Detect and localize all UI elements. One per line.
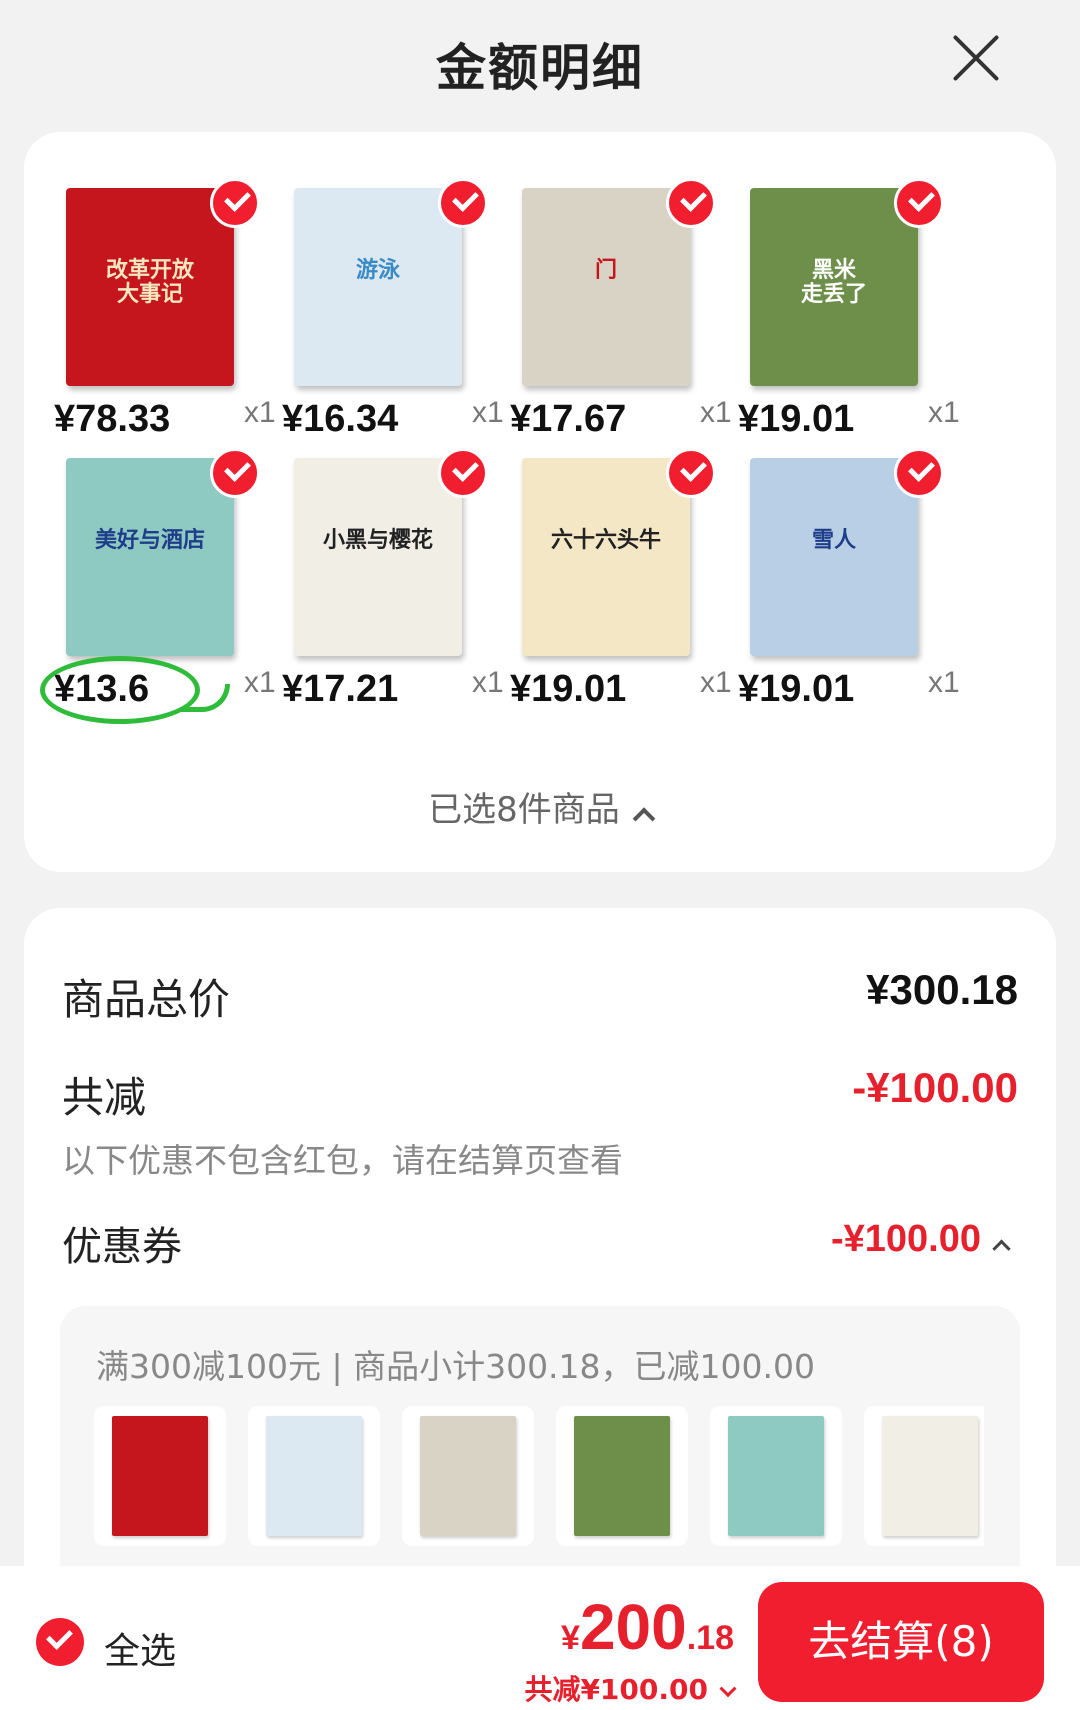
product-item[interactable]: 小黑与樱花 ¥17.21 x1: [258, 440, 508, 720]
sheet-header: 金额明细: [0, 0, 1080, 125]
product-quantity: x1: [928, 396, 960, 429]
currency-symbol: ¥: [561, 1619, 580, 1657]
thumbnail-book-cover: [882, 1416, 978, 1536]
coupon-product-thumbnail: [248, 1406, 380, 1546]
selected-count-label: 已选8件商品: [428, 790, 620, 830]
product-price: ¥17.21: [282, 668, 399, 710]
checkout-button[interactable]: 去结算(8): [758, 1582, 1044, 1702]
product-item[interactable]: 黑米 走丢了 ¥19.01 x1: [714, 170, 964, 450]
checkmark-icon[interactable]: [666, 178, 716, 228]
coupon-product-thumbnails: [94, 1406, 984, 1546]
book-cover-image: 小黑与樱花: [294, 458, 462, 656]
order-total: ¥200.18 共减¥100.00: [524, 1590, 737, 1708]
product-price: ¥19.01: [738, 668, 855, 710]
product-price: ¥19.01: [510, 668, 627, 710]
thumbnail-book-cover: [420, 1416, 516, 1536]
coupon-description: 满300减100元 | 商品小计300.18，已减100.00: [96, 1347, 816, 1386]
coupon-label: 优惠券: [62, 1224, 182, 1270]
select-all-label[interactable]: 全选: [104, 1622, 176, 1674]
checkmark-icon[interactable]: [210, 448, 260, 498]
book-cover-image: 黑米 走丢了: [750, 188, 918, 386]
book-cover-title: 游泳: [355, 257, 400, 283]
product-item[interactable]: 门 ¥17.67 x1: [486, 170, 736, 450]
total-price-label: 商品总价: [62, 975, 231, 1024]
total-amount: ¥200.18: [524, 1590, 734, 1664]
coupon-product-thumbnail: [94, 1406, 226, 1546]
selected-products-card: 改革开放 大事记 ¥78.33 x1 游泳 ¥16.34 x1 门 ¥17.67 x1 黑米 走丢…: [24, 132, 1056, 872]
coupon-product-thumbnail: [556, 1406, 688, 1546]
book-cover-image: 游泳: [294, 188, 462, 386]
discount-label: 共减: [62, 1073, 147, 1122]
product-item[interactable]: 雪人 ¥19.01 x1: [714, 440, 964, 720]
select-all-checkbox[interactable]: [36, 1618, 84, 1666]
book-cover-title: 美好与酒店: [94, 527, 205, 553]
product-item[interactable]: 美好与酒店 ¥13.6 x1: [30, 440, 280, 724]
checkmark-icon[interactable]: [894, 178, 944, 228]
product-item[interactable]: 游泳 ¥16.34 x1: [258, 170, 508, 450]
total-price-value: ¥300.18: [866, 966, 1018, 1013]
selected-count-toggle[interactable]: 已选8件商品: [24, 782, 1056, 831]
coupon-product-thumbnail: [710, 1406, 842, 1546]
thumbnail-book-cover: [574, 1416, 670, 1536]
product-quantity: x1: [928, 666, 960, 699]
discount-value: -¥100.00: [852, 1064, 1018, 1111]
total-integer: 200: [579, 1591, 687, 1663]
chevron-up-icon: [992, 1239, 1011, 1258]
book-cover-title: 改革开放 大事记: [105, 257, 194, 308]
book-cover-image: 改革开放 大事记: [66, 188, 234, 386]
product-item[interactable]: 六十六头牛 ¥19.01 x1: [486, 440, 736, 720]
book-cover-title: 门: [594, 257, 617, 283]
product-price: ¥78.33: [54, 398, 171, 440]
total-discount: 共减¥100.00: [524, 1673, 708, 1706]
checkmark-icon[interactable]: [894, 448, 944, 498]
book-cover-title: 六十六头牛: [550, 527, 661, 553]
coupon-product-thumbnail: [402, 1406, 534, 1546]
product-item[interactable]: 改革开放 大事记 ¥78.33 x1: [30, 170, 280, 450]
checkmark-icon[interactable]: [438, 178, 488, 228]
thumbnail-book-cover: [112, 1416, 208, 1536]
chevron-down-icon: [719, 1680, 737, 1698]
book-cover-title: 雪人: [811, 527, 856, 553]
thumbnail-book-cover: [728, 1416, 824, 1536]
coupon-product-thumbnail: [864, 1406, 984, 1546]
book-cover-image: 雪人: [750, 458, 918, 656]
coupon-value: -¥100.00: [830, 1218, 981, 1260]
product-price: ¥19.01: [738, 398, 855, 440]
annotation-circle: [40, 656, 200, 724]
product-price: ¥17.67: [510, 398, 627, 440]
annotation-circle-tail: [180, 684, 230, 712]
book-cover-image: 美好与酒店: [66, 458, 234, 656]
chevron-up-icon: [632, 807, 656, 830]
sheet-title: 金额明细: [436, 39, 644, 97]
book-cover-title: 小黑与樱花: [322, 527, 433, 553]
checkmark-icon[interactable]: [666, 448, 716, 498]
checkmark-icon[interactable]: [210, 178, 260, 228]
close-icon[interactable]: [948, 30, 1004, 86]
coupon-toggle[interactable]: -¥100.00: [830, 1218, 1011, 1261]
checkmark-icon[interactable]: [438, 448, 488, 498]
bottom-checkout-bar: 全选 ¥200.18 共减¥100.00 去结算(8): [0, 1566, 1080, 1710]
book-cover-image: 六十六头牛: [522, 458, 690, 656]
product-price: ¥16.34: [282, 398, 399, 440]
total-decimal: .18: [686, 1619, 734, 1657]
total-discount-toggle[interactable]: 共减¥100.00: [524, 1668, 737, 1708]
book-cover-image: 门: [522, 188, 690, 386]
book-cover-title: 黑米 走丢了: [800, 257, 867, 308]
thumbnail-book-cover: [266, 1416, 362, 1536]
discount-note: 以下优惠不包含红包，请在结算页查看: [62, 1141, 623, 1180]
